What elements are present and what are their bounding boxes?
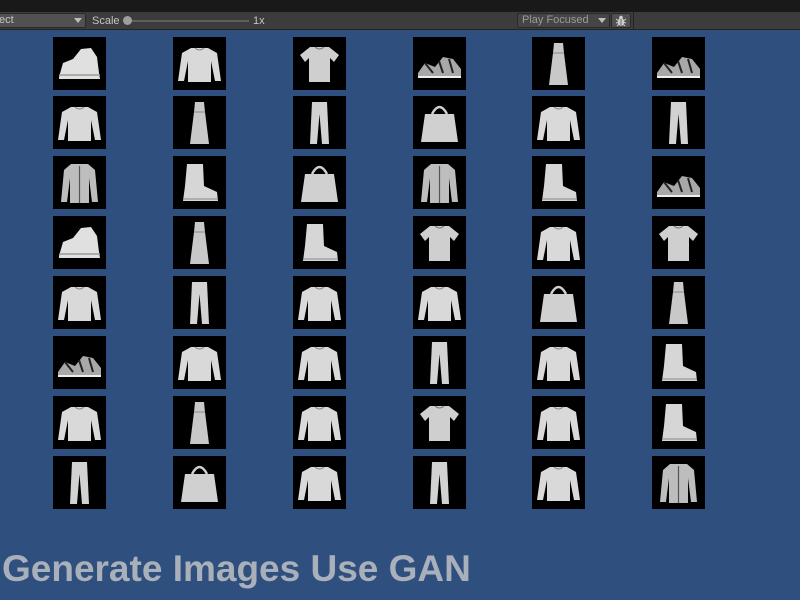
- generated-image-sweater: [413, 276, 466, 329]
- generated-image-trouser: [53, 456, 106, 509]
- generated-image-sandal: [652, 37, 705, 90]
- chevron-down-icon: [598, 18, 606, 23]
- generated-image-sweater: [293, 336, 346, 389]
- generated-image-trouser: [173, 276, 226, 329]
- aspect-dropdown[interactable]: ect: [0, 13, 86, 28]
- generated-image-bag: [413, 96, 466, 149]
- generated-image-sneaker: [53, 37, 106, 90]
- generated-image-sweater: [532, 396, 585, 449]
- generated-image-sweater: [293, 456, 346, 509]
- generated-image-sweater: [532, 216, 585, 269]
- generated-image-trouser: [413, 456, 466, 509]
- window-top-bar: [0, 0, 800, 12]
- generated-image-sweater: [532, 336, 585, 389]
- generated-image-sweater: [53, 396, 106, 449]
- generated-image-dress: [652, 276, 705, 329]
- scale-slider-track[interactable]: [127, 20, 249, 22]
- generated-image-sweater: [293, 396, 346, 449]
- page-caption: Generate Images Use GAN: [2, 548, 471, 589]
- generated-image-dress: [173, 216, 226, 269]
- play-mode-value: Play Focused: [522, 14, 589, 26]
- generated-image-boot: [173, 156, 226, 209]
- generated-image-boot: [293, 216, 346, 269]
- generated-image-dress: [532, 37, 585, 90]
- generated-image-dress: [173, 96, 226, 149]
- generated-image-trouser: [293, 96, 346, 149]
- generated-image-bag: [532, 276, 585, 329]
- generated-image-sweater: [173, 336, 226, 389]
- generated-image-sweater: [53, 276, 106, 329]
- generated-image-sandal: [53, 336, 106, 389]
- generated-image-sandal: [652, 156, 705, 209]
- scale-label: Scale: [92, 15, 120, 27]
- generated-image-sneaker: [53, 216, 106, 269]
- generated-image-boot: [532, 156, 585, 209]
- generated-image-coat: [413, 156, 466, 209]
- generated-image-tshirt: [293, 37, 346, 90]
- generated-image-sweater: [293, 276, 346, 329]
- generated-image-sweater: [532, 456, 585, 509]
- generated-image-boot: [652, 336, 705, 389]
- generated-image-tshirt: [652, 216, 705, 269]
- generated-image-coat: [53, 156, 106, 209]
- bug-icon: [615, 15, 627, 27]
- generated-image-dress: [173, 396, 226, 449]
- aspect-dropdown-value: ect: [0, 14, 14, 26]
- generated-image-boot: [652, 396, 705, 449]
- generated-image-sweater: [173, 37, 226, 90]
- generated-image-sweater: [53, 96, 106, 149]
- generated-image-trouser: [413, 336, 466, 389]
- scale-slider-thumb[interactable]: [123, 16, 132, 25]
- generated-image-tshirt: [413, 216, 466, 269]
- generated-image-trouser: [652, 96, 705, 149]
- generated-image-coat: [652, 456, 705, 509]
- generated-image-bag: [173, 456, 226, 509]
- generated-image-sandal: [413, 37, 466, 90]
- generated-image-sweater: [532, 96, 585, 149]
- debug-button[interactable]: [611, 13, 631, 28]
- generated-image-bag: [293, 156, 346, 209]
- scale-value: 1x: [253, 15, 265, 27]
- chevron-down-icon: [74, 18, 82, 23]
- game-view-toolbar: ect Scale 1x Play Focused: [0, 12, 800, 30]
- generated-image-tshirt: [413, 396, 466, 449]
- toolbar-separator: [633, 12, 634, 30]
- play-mode-dropdown[interactable]: Play Focused: [517, 13, 610, 28]
